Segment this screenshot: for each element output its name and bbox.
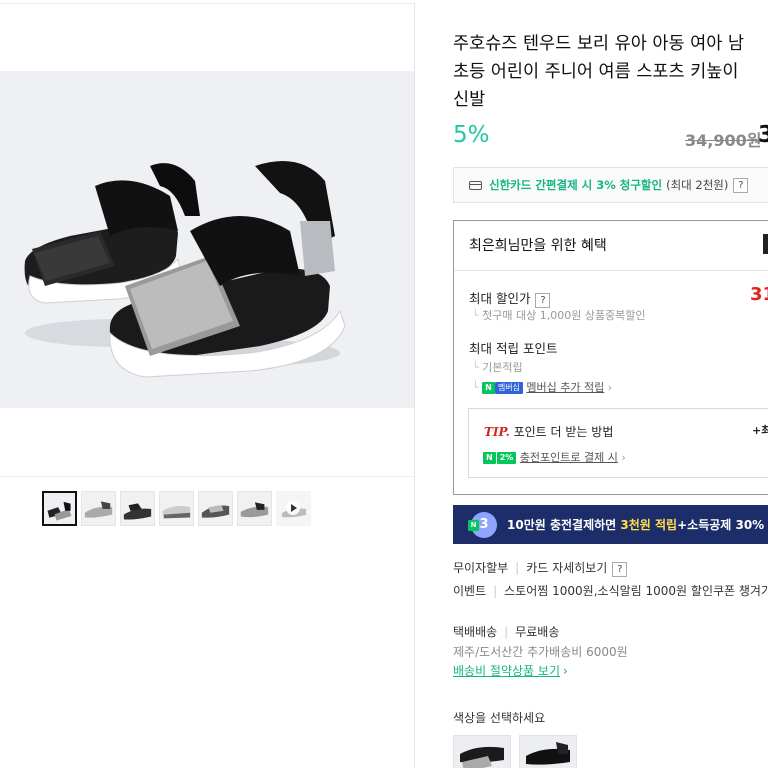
- tip-label: TIP.: [484, 425, 510, 439]
- max-discount-value: 31: [750, 284, 768, 305]
- thumbnail-1[interactable]: [42, 491, 77, 526]
- percent-badge: 2%: [496, 452, 517, 464]
- color-option-2[interactable]: [519, 735, 577, 768]
- product-gallery: [0, 0, 414, 768]
- event-info: 이벤트 | 스토어찜 1000원,소식알림 1000원 할인쿠폰 챙겨가: [453, 582, 768, 599]
- charge-payment-banner[interactable]: N 3 10만원 충전결제하면 3천원 적립 +소득공제 30%: [453, 505, 768, 544]
- basic-points: └ 기본적립: [472, 361, 523, 374]
- first-purchase-note: └ 첫구매 대상 1,000원 상품중복할인: [472, 309, 646, 322]
- product-title-line: 주호슈즈 텐우드 보리 유아 아동 여아 남: [453, 34, 744, 54]
- divider: [454, 270, 768, 271]
- max-points-label: 최대 적립 포인트: [469, 341, 558, 356]
- thumbnail-2[interactable]: [81, 491, 116, 526]
- charge-points-row[interactable]: N 2% 충전포인트로 결제 시 ›: [483, 449, 626, 465]
- banner-text-after: +소득공제 30%: [677, 518, 765, 532]
- color-options: [453, 735, 577, 768]
- thumbnail-video[interactable]: [276, 491, 311, 526]
- original-price: 34,900원: [685, 131, 762, 150]
- card-detail-link[interactable]: 카드 자세히보기: [526, 561, 607, 575]
- product-info-panel: 주호슈즈 텐우드 보리 유아 아동 여아 남 초등 어린이 주니어 여름 스포츠…: [415, 0, 768, 768]
- thumbnail-6[interactable]: [237, 491, 272, 526]
- color-select-label: 색상을 선택하세요: [453, 711, 546, 725]
- max-discount-row: 최대 할인가?: [469, 288, 551, 308]
- shipping-extra: 제주/도서산간 추가배송비 6000원: [453, 645, 628, 659]
- tip-title: TIP. 포인트 더 받는 방법: [484, 425, 614, 439]
- color-option-1[interactable]: [453, 735, 511, 768]
- thumbnail-3[interactable]: [120, 491, 155, 526]
- credit-card-icon: [469, 180, 482, 190]
- shipping-method: 택배배송: [453, 625, 498, 639]
- thumbnail-4[interactable]: [159, 491, 194, 526]
- membership-badge: 멤버십: [494, 382, 523, 394]
- points-badge: N 3: [468, 511, 497, 538]
- product-title: 주호슈즈 텐우드 보리 유아 아동 여아 남 초등 어린이 주니어 여름 스포츠…: [453, 30, 768, 114]
- membership-link[interactable]: 멤버십 추가 적립: [526, 381, 604, 394]
- event-label: 이벤트: [453, 584, 487, 598]
- product-title-line: 신발: [453, 90, 486, 110]
- card-discount-promo[interactable]: 신한카드 간편결제 시 3% 청구할인 (최대 2천원) ?: [453, 167, 768, 203]
- membership-points-row[interactable]: └ N 멤버십 멤버십 추가 적립 ›: [472, 379, 612, 395]
- shipping-info: 택배배송 | 무료배송: [453, 625, 560, 639]
- naver-n-badge: N: [482, 382, 495, 394]
- benefits-toggle[interactable]: [763, 234, 768, 254]
- charge-points-link[interactable]: 충전포인트로 결제 시: [520, 451, 618, 464]
- payment-info: 무이자할부 | 카드 자세히보기?: [453, 559, 628, 577]
- card-promo-note: (최대 2천원): [666, 178, 729, 192]
- divider: [0, 3, 414, 4]
- thumbnail-5[interactable]: [198, 491, 233, 526]
- shipping-fee: 무료배송: [515, 625, 560, 639]
- discount-rate: 5%: [453, 122, 490, 148]
- benefits-header: 최은희님만을 위한 혜택: [469, 238, 607, 254]
- member-benefits-box: 최은희님만을 위한 혜택 최대 할인가? 31 └ 첫구매 대상 1,000원 …: [453, 220, 768, 495]
- product-main-image[interactable]: [0, 71, 414, 408]
- card-promo-highlight: 신한카드 간편결제 시 3% 청구할인: [489, 178, 663, 192]
- sale-price: 3: [758, 122, 768, 148]
- naver-n-badge: N: [483, 452, 496, 464]
- chevron-right-icon: ›: [604, 381, 613, 394]
- event-text: 스토어찜 1000원,소식알림 1000원 할인쿠폰 챙겨가: [504, 584, 768, 598]
- tip-box: TIP. 포인트 더 받는 방법 +최 N 2% 충전포인트로 결제 시 ›: [468, 408, 768, 478]
- banner-text: 10만원 충전결제하면: [507, 518, 617, 532]
- tip-right-text: +최: [752, 424, 768, 437]
- help-button[interactable]: ?: [612, 562, 628, 577]
- thumbnail-strip: [42, 491, 311, 526]
- banner-highlight: 3천원 적립: [620, 518, 678, 532]
- max-discount-label: 최대 할인가: [469, 291, 531, 306]
- chevron-right-icon: ›: [563, 664, 568, 678]
- divider: [0, 476, 414, 477]
- installment-label: 무이자할부: [453, 561, 509, 575]
- help-button[interactable]: ?: [733, 177, 749, 193]
- help-button[interactable]: ?: [535, 293, 551, 308]
- product-title-line: 초등 어린이 주니어 여름 스포츠 키높이: [453, 62, 739, 82]
- chevron-right-icon: ›: [617, 451, 626, 464]
- shipping-saving-link[interactable]: 배송비 절약상품 보기 ›: [453, 662, 568, 679]
